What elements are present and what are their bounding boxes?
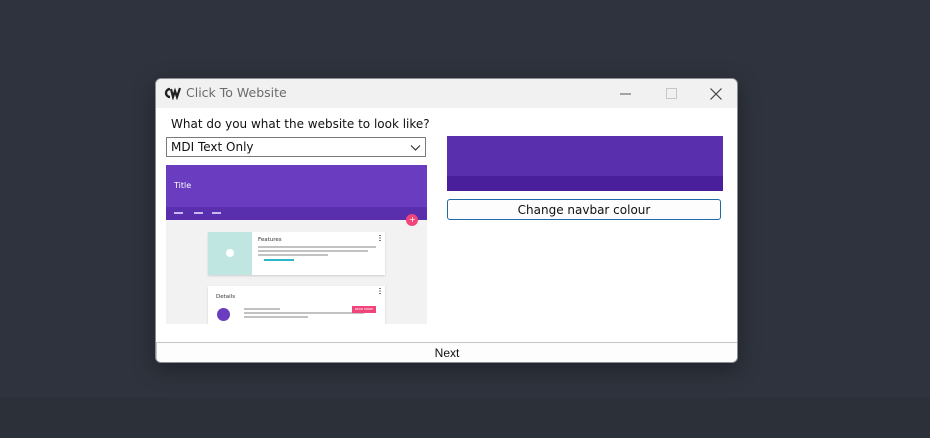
preview-text-line <box>244 316 308 318</box>
minimize-icon <box>619 93 631 95</box>
preview-text-line <box>258 246 376 248</box>
window-title: Click To Website <box>186 85 287 100</box>
preview-action-button-label: READ MORE <box>354 307 374 311</box>
desktop-background <box>0 397 930 438</box>
close-button[interactable] <box>693 79 737 108</box>
close-icon <box>710 87 722 100</box>
maximize-button[interactable] <box>648 79 694 108</box>
template-select-value: MDI Text Only <box>171 140 254 154</box>
navbar-colour-swatch <box>447 136 723 191</box>
navbar-colour-swatch-bottom <box>447 176 723 191</box>
minimize-button[interactable] <box>602 79 648 108</box>
preview-tab <box>212 212 221 214</box>
preview-text-line <box>244 312 364 314</box>
preview-header: Title <box>166 165 427 207</box>
preview-avatar <box>217 308 230 321</box>
preview-title: Title <box>174 181 192 190</box>
preview-kebab-icon <box>379 288 381 294</box>
preview-text-line <box>244 308 280 310</box>
preview-text-line <box>258 254 328 256</box>
preview-card-image <box>208 232 252 275</box>
preview-card-image-icon <box>226 249 234 257</box>
app-logo-icon <box>164 87 181 100</box>
app-window: Click To Website What do you what the we… <box>155 78 738 363</box>
preview-card-title: Details <box>216 294 236 300</box>
chevron-down-icon <box>410 145 421 151</box>
preview-link-line <box>264 259 294 261</box>
preview-card-title: Features <box>258 237 282 243</box>
preview-card-details: Details <box>208 286 385 324</box>
preview-tab <box>194 212 203 214</box>
preview-tab-bar <box>166 207 427 220</box>
preview-card-features: Features <box>208 232 385 275</box>
preview-kebab-icon <box>379 235 381 241</box>
question-label: What do you what the website to look lik… <box>171 117 430 131</box>
preview-fab-plus-icon: + <box>409 215 416 224</box>
template-preview-image: Title + Features Details READ MORE <box>166 165 427 324</box>
title-bar[interactable]: Click To Website <box>156 79 737 108</box>
preview-action-button: READ MORE <box>352 306 376 313</box>
preview-text-line <box>258 250 368 252</box>
template-select[interactable]: MDI Text Only <box>166 137 426 157</box>
maximize-icon <box>665 88 677 99</box>
next-button[interactable]: Next <box>156 342 737 362</box>
change-navbar-colour-button[interactable]: Change navbar colour <box>447 199 721 220</box>
preview-tab <box>174 212 183 214</box>
